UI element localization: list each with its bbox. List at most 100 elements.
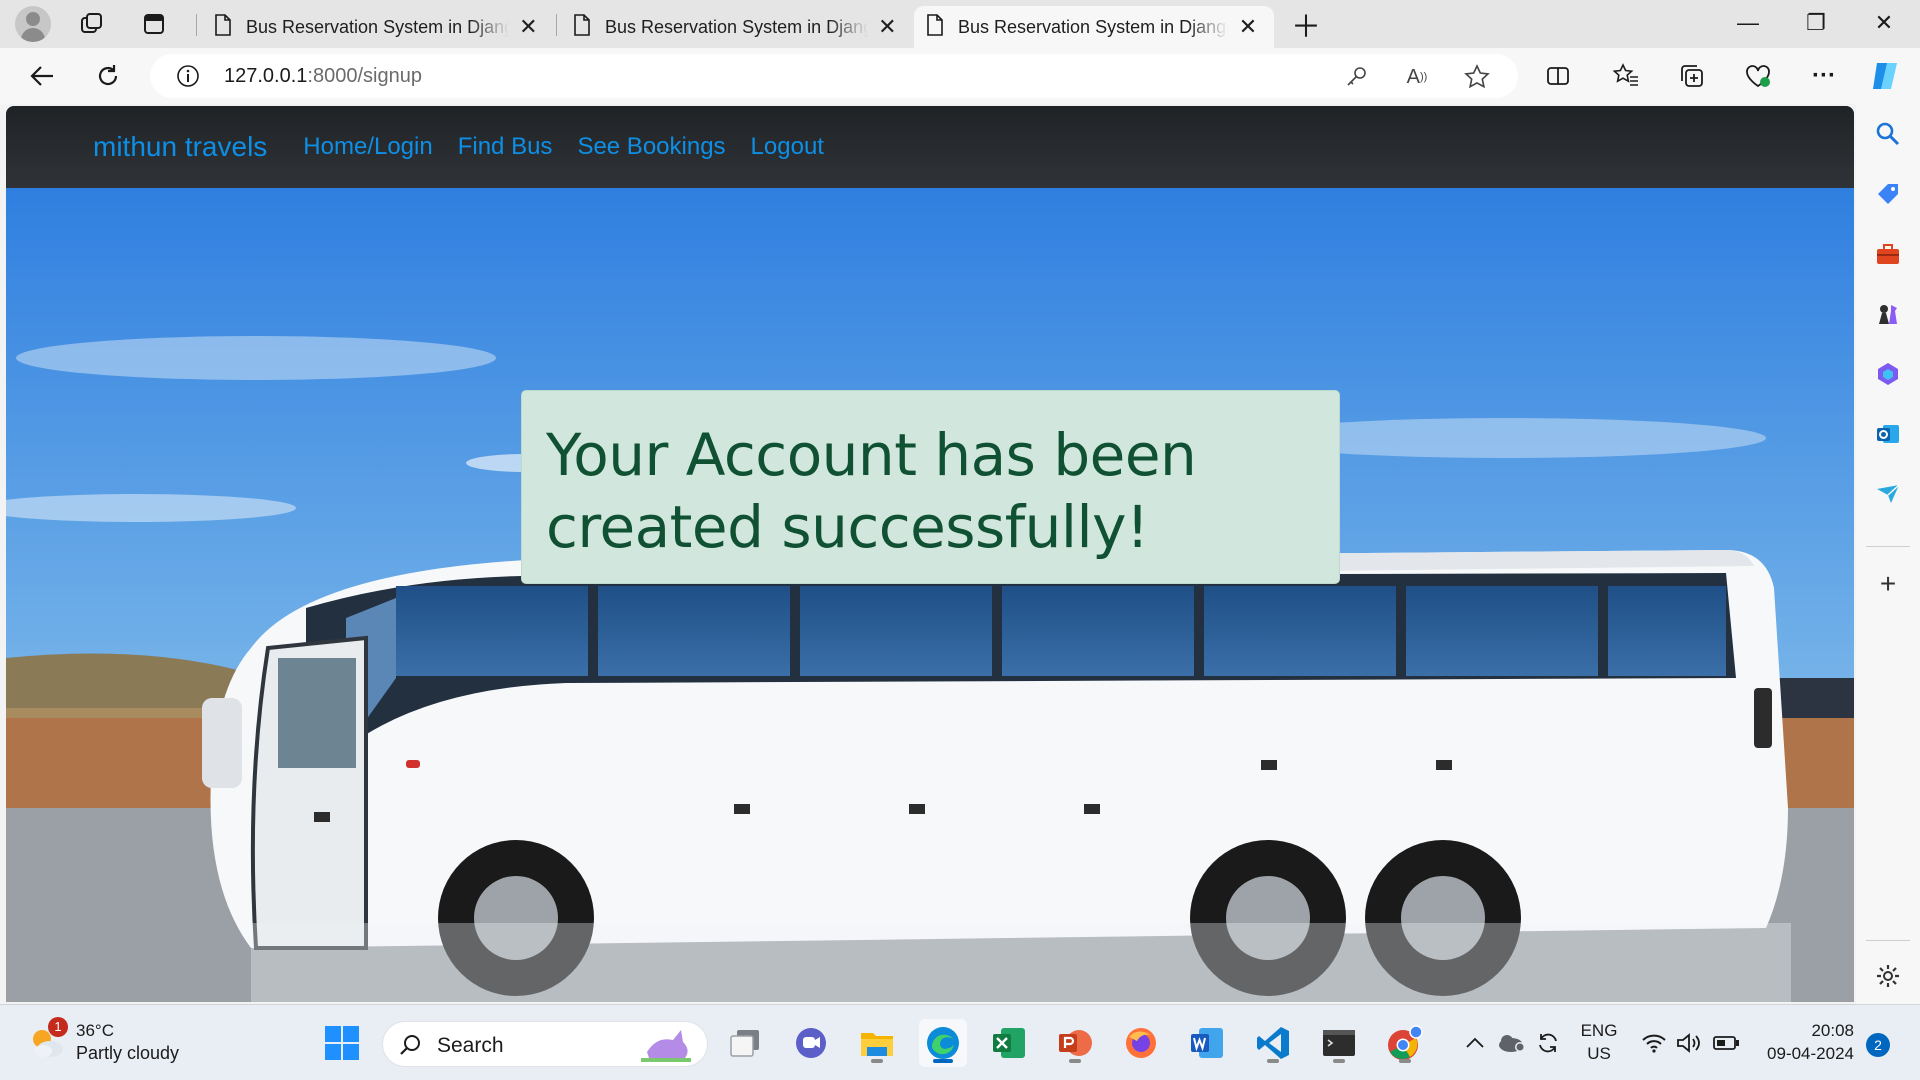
- tab-title: Bus Reservation System in Django: [605, 16, 868, 37]
- nav-link-see-bookings[interactable]: See Bookings: [577, 133, 725, 161]
- volume-icon[interactable]: [1668, 1019, 1708, 1067]
- battery-icon[interactable]: [1706, 1019, 1746, 1067]
- key-icon[interactable]: [1342, 62, 1372, 92]
- input-language[interactable]: ENG US: [1576, 1021, 1622, 1064]
- page-viewport: mithun travels Home/Login Find Bus See B…: [6, 106, 1854, 1002]
- minimize-button[interactable]: —: [1716, 0, 1780, 46]
- workspaces-icon[interactable]: [74, 6, 110, 42]
- more-options-icon[interactable]: ···: [1804, 56, 1844, 96]
- games-chess-icon[interactable]: [1870, 296, 1906, 332]
- sync-icon[interactable]: [1528, 1019, 1568, 1067]
- search-icon[interactable]: [1870, 116, 1906, 152]
- taskbar-search[interactable]: Search: [382, 1021, 708, 1067]
- close-tab-icon[interactable]: ✕: [876, 14, 899, 40]
- send-icon[interactable]: [1870, 476, 1906, 512]
- excel-button[interactable]: [985, 1019, 1033, 1067]
- weather-condition: Partly cloudy: [76, 1043, 180, 1063]
- chrome-icon: [1388, 1025, 1423, 1060]
- running-indicator: [1267, 1059, 1279, 1063]
- nav-link-find-bus[interactable]: Find Bus: [458, 133, 553, 161]
- tab-strip: Bus Reservation System in Django ✕ Bus R…: [0, 0, 1920, 48]
- collections-icon[interactable]: [1672, 56, 1712, 96]
- close-tab-icon[interactable]: ✕: [517, 14, 540, 40]
- powerpoint-button[interactable]: [1051, 1019, 1099, 1067]
- outlook-icon[interactable]: [1870, 416, 1906, 452]
- running-indicator: [1333, 1059, 1345, 1063]
- add-sidebar-app-button[interactable]: +: [1870, 566, 1906, 602]
- vertical-tabs-icon[interactable]: [136, 6, 172, 42]
- firefox-button[interactable]: [1117, 1019, 1165, 1067]
- edge-icon: [927, 1027, 959, 1059]
- firefox-icon: [1126, 1028, 1156, 1058]
- terminal-button[interactable]: [1315, 1019, 1363, 1067]
- close-tab-icon[interactable]: ✕: [1236, 14, 1260, 40]
- success-alert: Your Account has been created successful…: [521, 390, 1340, 584]
- windows-taskbar: 1 36°C Partly cloudy Search ENG US 20:08…: [0, 1004, 1920, 1080]
- nav-link-home-login[interactable]: Home/Login: [303, 133, 432, 161]
- settings-gear-icon[interactable]: [1870, 958, 1906, 994]
- copilot-icon[interactable]: [1864, 56, 1904, 96]
- address-bar[interactable]: 127.0.0.1:8000/signup A)): [150, 54, 1518, 98]
- microsoft-365-icon[interactable]: [1870, 356, 1906, 392]
- clock-date: 09-04-2024: [1767, 1044, 1854, 1063]
- unicorn-search-highlight-icon: [641, 1030, 691, 1062]
- back-arrow-icon: [30, 66, 53, 86]
- site-info-icon[interactable]: [176, 64, 200, 93]
- edge-sidebar: +: [1856, 104, 1920, 1004]
- brand-link[interactable]: mithun travels: [93, 131, 267, 163]
- search-icon: [400, 1035, 420, 1055]
- task-view-button[interactable]: [721, 1019, 769, 1067]
- alert-message-line-1: Your Account has been: [546, 421, 1197, 489]
- browser-toolbar: 127.0.0.1:8000/signup A)) ···: [0, 48, 1920, 104]
- page-icon: [214, 13, 232, 41]
- excel-icon: [993, 1028, 1025, 1058]
- close-window-button[interactable]: ✕: [1852, 0, 1916, 46]
- sidebar-divider: [1866, 940, 1910, 941]
- vscode-button[interactable]: [1249, 1019, 1297, 1067]
- shopping-tag-icon[interactable]: [1870, 176, 1906, 212]
- split-screen-icon[interactable]: [1538, 56, 1578, 96]
- refresh-icon: [98, 65, 118, 86]
- back-button[interactable]: [22, 56, 62, 96]
- edge-browser-button[interactable]: [919, 1019, 967, 1067]
- tab-separator: [196, 14, 197, 36]
- favorites-icon[interactable]: [1606, 56, 1646, 96]
- file-explorer-button[interactable]: [853, 1019, 901, 1067]
- profile-avatar[interactable]: [15, 6, 51, 42]
- hero-bus-background: Your Account has been created successful…: [6, 188, 1854, 1002]
- chat-icon: [796, 1028, 826, 1058]
- weather-widget[interactable]: 1 36°C Partly cloudy: [26, 1017, 179, 1068]
- restore-button[interactable]: ❐: [1784, 0, 1848, 46]
- clock-time: 20:08: [1811, 1021, 1854, 1040]
- running-indicator: [1399, 1059, 1411, 1063]
- weather-badge: 1: [48, 1017, 68, 1037]
- url-text: 127.0.0.1:8000/signup: [224, 65, 422, 87]
- tools-briefcase-icon[interactable]: [1870, 236, 1906, 272]
- read-aloud-icon[interactable]: A)): [1402, 62, 1432, 92]
- tab-1[interactable]: Bus Reservation System in Django ✕: [202, 6, 552, 48]
- tab-3-active[interactable]: Bus Reservation System in Django ✕: [914, 6, 1274, 48]
- nav-link-logout[interactable]: Logout: [751, 133, 824, 161]
- word-button[interactable]: [1183, 1019, 1231, 1067]
- tab-title: Bus Reservation System in Django: [958, 16, 1228, 37]
- onedrive-icon[interactable]: [1491, 1019, 1531, 1067]
- teams-chat-button[interactable]: [787, 1019, 835, 1067]
- sidebar-divider: [1866, 546, 1910, 547]
- weather-temperature: 36°C: [76, 1021, 114, 1040]
- tab-2[interactable]: Bus Reservation System in Django ✕: [561, 6, 911, 48]
- tab-separator: [556, 14, 557, 36]
- refresh-button[interactable]: [88, 56, 128, 96]
- system-clock[interactable]: 20:08 09-04-2024: [1754, 1021, 1854, 1064]
- alert-message-line-2: created successfully!: [546, 493, 1149, 561]
- running-indicator: [1069, 1059, 1081, 1063]
- start-button[interactable]: [318, 1019, 366, 1067]
- bus-photo: [6, 188, 1854, 1002]
- browser-essentials-icon[interactable]: [1738, 56, 1778, 96]
- new-tab-button[interactable]: ＋: [1288, 6, 1324, 44]
- notification-count-badge[interactable]: 2: [1866, 1033, 1890, 1057]
- tab-title: Bus Reservation System in Django: [246, 16, 509, 37]
- site-navbar: mithun travels Home/Login Find Bus See B…: [6, 106, 1854, 188]
- favorite-star-icon[interactable]: [1462, 62, 1492, 92]
- powerpoint-icon: [1059, 1030, 1092, 1056]
- chrome-button[interactable]: [1381, 1019, 1429, 1067]
